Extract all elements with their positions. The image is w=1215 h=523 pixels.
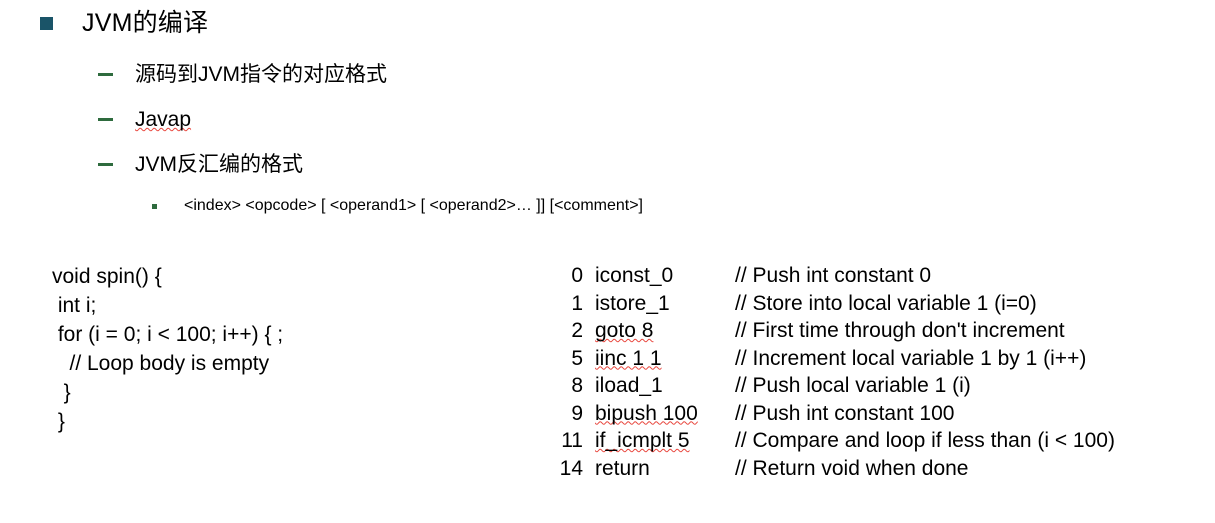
bytecode-index: 5 bbox=[571, 346, 583, 370]
dash-bullet-icon bbox=[98, 163, 113, 166]
bytecode-opcode: iload_1 bbox=[595, 374, 663, 397]
outline-level2-item-source-mapping: 源码到JVM指令的对应格式 bbox=[98, 60, 387, 89]
bytecode-listing: 0 iconst_0 // Push int constant 0 1 isto… bbox=[545, 262, 1115, 482]
bytecode-index: 1 bbox=[571, 291, 583, 315]
bytecode-opcode: iinc 1 1 bbox=[595, 346, 662, 370]
bytecode-index: 8 bbox=[571, 374, 583, 397]
bytecode-comment: // Push int constant 0 bbox=[735, 264, 932, 287]
bytecode-index: 14 bbox=[559, 456, 583, 480]
outline-level2-label: Javap bbox=[135, 108, 192, 131]
bytecode-comment: // Store into local variable 1 (i=0) bbox=[735, 291, 1037, 315]
bytecode-opcode: istore_1 bbox=[595, 291, 670, 315]
bytecode-comment: // Push int constant 100 bbox=[735, 401, 955, 425]
dash-bullet-icon bbox=[98, 73, 113, 76]
bytecode-opcode: return bbox=[595, 456, 650, 480]
bytecode-index: 0 bbox=[571, 264, 583, 287]
bytecode-opcode: iconst_0 bbox=[595, 264, 674, 287]
outline-level2-label: 源码到JVM指令的对应格式 bbox=[135, 63, 387, 86]
bytecode-comment: // Compare and loop if less than (i < 10… bbox=[735, 429, 1115, 452]
bytecode-opcode: bipush 100 bbox=[595, 401, 698, 425]
dot-bullet-icon bbox=[152, 204, 157, 209]
bytecode-opcode: if_icmplt 5 bbox=[595, 429, 690, 452]
bytecode-comment: // Increment local variable 1 by 1 (i++) bbox=[735, 346, 1087, 370]
bytecode-row: 1 istore_1 // Store into local variable … bbox=[545, 290, 1115, 318]
outline-level1-item: JVM的编译 bbox=[40, 6, 208, 40]
bytecode-index: 9 bbox=[571, 401, 583, 425]
outline-level3-item-instruction-syntax: <index> <opcode> [ <operand1> [ <operand… bbox=[152, 195, 643, 217]
bytecode-row: 5 iinc 1 1 // Increment local variable 1… bbox=[545, 345, 1115, 373]
outline-level3-label: <index> <opcode> [ <operand1> [ <operand… bbox=[184, 197, 643, 214]
bytecode-row: 11 if_icmplt 5 // Compare and loop if le… bbox=[545, 427, 1115, 455]
bytecode-comment: // Return void when done bbox=[735, 456, 969, 480]
bytecode-row: 0 iconst_0 // Push int constant 0 bbox=[545, 262, 1115, 290]
dash-bullet-icon bbox=[98, 118, 113, 121]
bytecode-comment: // Push local variable 1 (i) bbox=[735, 374, 971, 397]
bytecode-opcode: goto 8 bbox=[595, 319, 654, 342]
outline-level2-item-javap: Javap bbox=[98, 105, 191, 134]
bytecode-index: 2 bbox=[571, 319, 583, 342]
square-bullet-icon bbox=[40, 17, 53, 30]
outline-level1-label: JVM的编译 bbox=[82, 9, 209, 37]
bytecode-row: 9 bipush 100 // Push int constant 100 bbox=[545, 400, 1115, 428]
outline-level2-item-disassembly-format: JVM反汇编的格式 bbox=[98, 150, 303, 179]
bytecode-row: 2 goto 8 // First time through don't inc… bbox=[545, 317, 1115, 345]
java-source-code-block: void spin() { int i; for (i = 0; i < 100… bbox=[52, 265, 284, 433]
bytecode-comment: // First time through don't increment bbox=[735, 319, 1065, 342]
outline-level2-label: JVM反汇编的格式 bbox=[135, 153, 303, 176]
bytecode-row: 14 return // Return void when done bbox=[545, 455, 1115, 483]
bytecode-row: 8 iload_1 // Push local variable 1 (i) bbox=[545, 372, 1115, 400]
bytecode-index: 11 bbox=[561, 429, 583, 452]
